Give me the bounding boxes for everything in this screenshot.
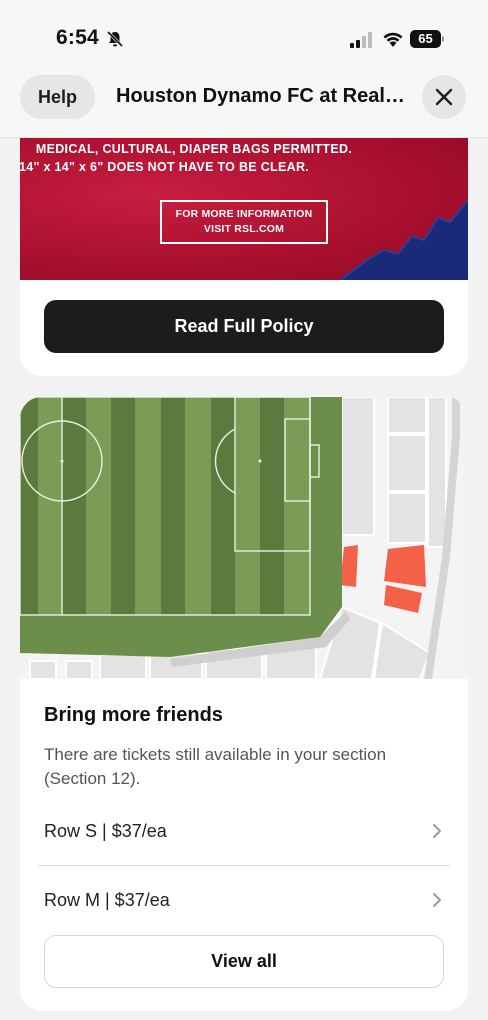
cellular-signal-icon	[350, 32, 372, 48]
chevron-right-icon	[433, 893, 441, 907]
status-bar: 6:54 65	[0, 0, 488, 70]
wifi-icon	[383, 32, 403, 47]
banner-info-box: FOR MORE INFORMATION VISIT RSL.COM	[160, 200, 328, 244]
row-option-label: Row S | $37/ea	[44, 821, 167, 841]
row-option[interactable]: Row S | $37/ea	[20, 797, 468, 865]
view-all-button[interactable]: View all	[44, 935, 444, 988]
bring-friends-description: There are tickets still available in you…	[44, 745, 387, 788]
bell-slash-icon	[106, 30, 124, 48]
status-time: 6:54	[56, 26, 99, 49]
bring-friends-title: Bring more friends	[44, 704, 223, 726]
chevron-right-icon	[433, 824, 441, 838]
help-button[interactable]: Help	[20, 75, 95, 119]
row-option[interactable]: Row M | $37/ea	[20, 866, 468, 934]
banner-info-line: VISIT RSL.COM	[203, 223, 285, 235]
battery-level: 65	[410, 30, 441, 48]
event-title: Houston Dynamo FC at Real Salt Lake	[116, 85, 406, 107]
stadium-seat-map[interactable]	[20, 397, 468, 679]
banner-text-line: 14" x 14" x 6" DOES NOT HAVE TO BE CLEAR…	[20, 159, 310, 175]
mountain-graphic	[340, 199, 468, 280]
bag-policy-banner: MEDICAL, CULTURAL, DIAPER BAGS PERMITTED…	[20, 138, 468, 280]
banner-info-line: FOR MORE INFORMATION	[175, 208, 313, 220]
read-full-policy-button[interactable]: Read Full Policy	[44, 300, 444, 353]
close-button[interactable]	[422, 75, 466, 119]
row-option-label: Row M | $37/ea	[44, 890, 170, 910]
bag-policy-card: MEDICAL, CULTURAL, DIAPER BAGS PERMITTED…	[20, 138, 468, 376]
event-header: Help Houston Dynamo FC at Real Salt Lake	[0, 70, 488, 138]
close-icon	[435, 88, 453, 106]
battery-icon: 65	[410, 30, 444, 48]
bring-friends-card: Bring more friends There are tickets sti…	[20, 397, 468, 1011]
banner-text-line: MEDICAL, CULTURAL, DIAPER BAGS PERMITTED…	[35, 141, 353, 157]
